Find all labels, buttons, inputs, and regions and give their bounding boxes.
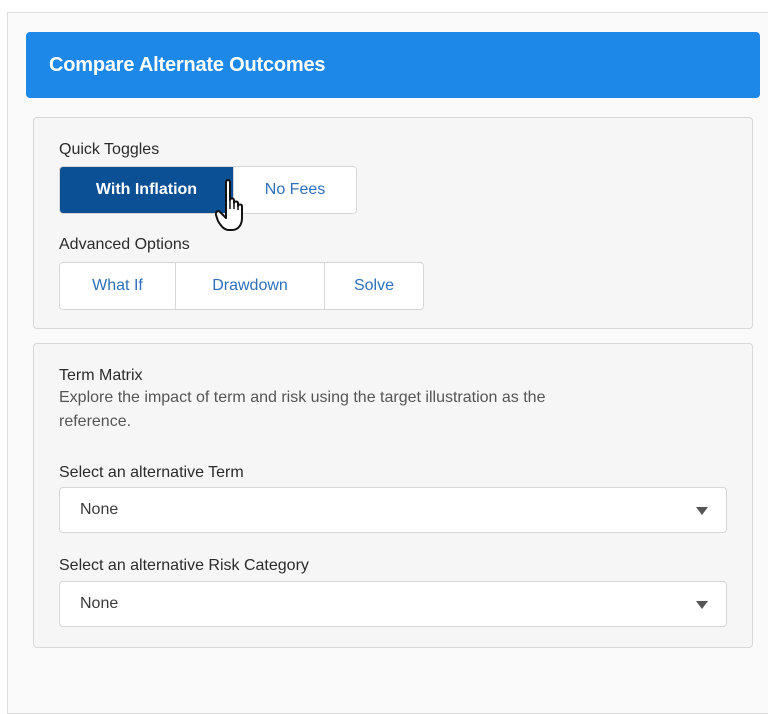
quick-toggles-label: Quick Toggles: [59, 141, 160, 158]
quick-toggles-group: With Inflation No Fees: [59, 166, 357, 214]
risk-select-value: None: [80, 595, 119, 612]
term-select-value: None: [80, 501, 119, 518]
drawdown-button[interactable]: Drawdown: [176, 263, 325, 309]
term-matrix-title: Term Matrix: [59, 367, 143, 384]
term-select-label: Select an alternative Term: [59, 464, 244, 481]
what-if-button[interactable]: What If: [60, 263, 176, 309]
advanced-options-group: What If Drawdown Solve: [59, 262, 424, 310]
panel-title: Compare Alternate Outcomes: [49, 54, 326, 76]
term-matrix-description-line1: Explore the impact of term and risk usin…: [59, 389, 546, 406]
term-matrix-description-line2: reference.: [59, 413, 132, 430]
risk-select-label: Select an alternative Risk Category: [59, 557, 309, 574]
term-select[interactable]: None: [59, 487, 727, 533]
chevron-down-icon: [696, 601, 708, 609]
no-fees-button[interactable]: No Fees: [234, 167, 356, 213]
hand-pointer-icon: [215, 179, 243, 231]
with-inflation-button[interactable]: With Inflation: [60, 167, 234, 213]
panel-header: Compare Alternate Outcomes: [26, 32, 760, 98]
advanced-options-label: Advanced Options: [59, 236, 190, 253]
solve-button[interactable]: Solve: [325, 263, 423, 309]
risk-select[interactable]: None: [59, 581, 727, 627]
chevron-down-icon: [696, 507, 708, 515]
